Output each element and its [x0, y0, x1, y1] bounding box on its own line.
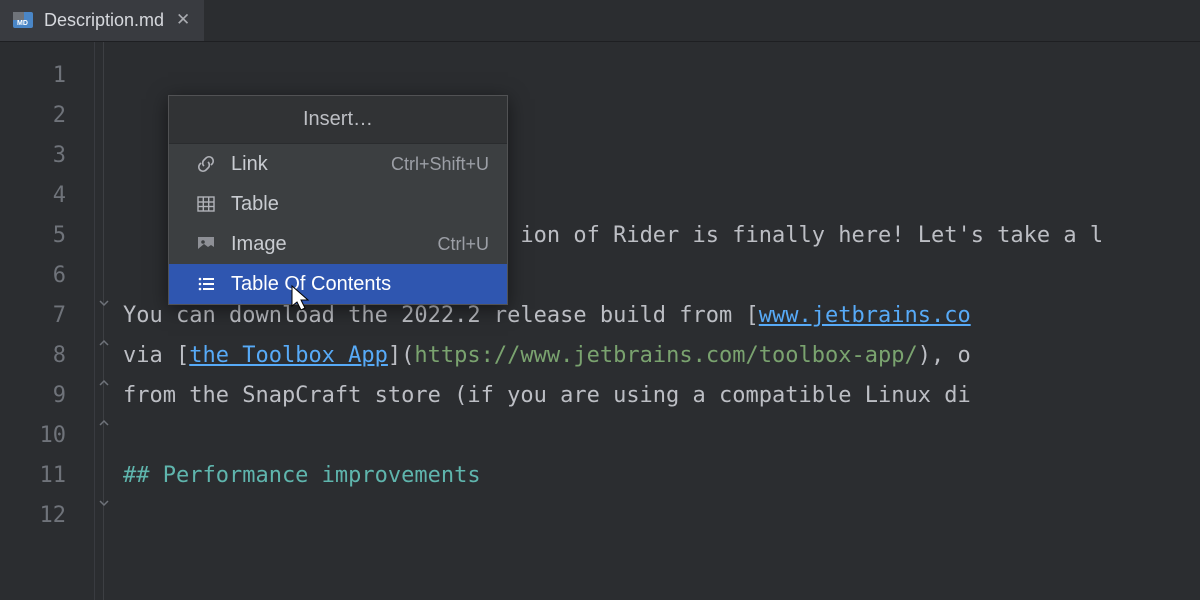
fold-column [95, 42, 113, 600]
line-number: 8 [0, 336, 66, 376]
popup-item-image[interactable]: Image Ctrl+U [169, 224, 507, 264]
svg-text:MD: MD [17, 20, 28, 27]
popup-item-shortcut: Ctrl+U [437, 234, 489, 255]
fold-marker-icon[interactable] [97, 296, 111, 310]
popup-item-label: Table [231, 193, 475, 216]
line-number: 11 [0, 456, 66, 496]
line-number: 9 [0, 376, 66, 416]
line-number: 10 [0, 416, 66, 456]
popup-item-table[interactable]: Table [169, 184, 507, 224]
line-number-gutter: 1 2 3 4 5 6 7 8 9 10 11 12 [0, 42, 95, 600]
fold-marker-icon[interactable] [97, 336, 111, 350]
line-number: 2 [0, 96, 66, 136]
insert-popup: Insert… Link Ctrl+Shift+U Table Image Ct… [168, 95, 508, 305]
tab-filename: Description.md [44, 10, 164, 31]
line-number: 4 [0, 176, 66, 216]
line-number: 1 [0, 56, 66, 96]
close-tab-icon[interactable]: ✕ [176, 10, 190, 30]
table-icon [195, 193, 217, 215]
line-number: 6 [0, 256, 66, 296]
popup-item-shortcut: Ctrl+Shift+U [391, 154, 489, 175]
popup-item-link[interactable]: Link Ctrl+Shift+U [169, 144, 507, 184]
link-icon [195, 153, 217, 175]
markdown-file-icon: MD [12, 9, 34, 31]
code-line [123, 416, 1200, 456]
popup-item-label: Table Of Contents [231, 273, 475, 296]
image-icon [195, 233, 217, 255]
fold-marker-icon[interactable] [97, 496, 111, 510]
code-line [123, 56, 1200, 96]
popup-item-label: Link [231, 153, 377, 176]
line-number: 3 [0, 136, 66, 176]
code-line: ## Performance improvements [123, 456, 1200, 496]
popup-item-toc[interactable]: Table Of Contents [169, 264, 507, 304]
line-number: 7 [0, 296, 66, 336]
fold-marker-icon[interactable] [97, 416, 111, 430]
popup-title: Insert… [169, 96, 507, 144]
popup-item-label: Image [231, 233, 423, 256]
code-line [123, 496, 1200, 536]
code-line: via [the Toolbox App](https://www.jetbra… [123, 336, 1200, 376]
toc-icon [195, 273, 217, 295]
code-line: from the SnapCraft store (if you are usi… [123, 376, 1200, 416]
tab-bar: MD Description.md ✕ [0, 0, 1200, 42]
file-tab[interactable]: MD Description.md ✕ [0, 0, 204, 41]
line-number: 12 [0, 496, 66, 536]
fold-marker-icon[interactable] [97, 376, 111, 390]
line-number: 5 [0, 216, 66, 256]
